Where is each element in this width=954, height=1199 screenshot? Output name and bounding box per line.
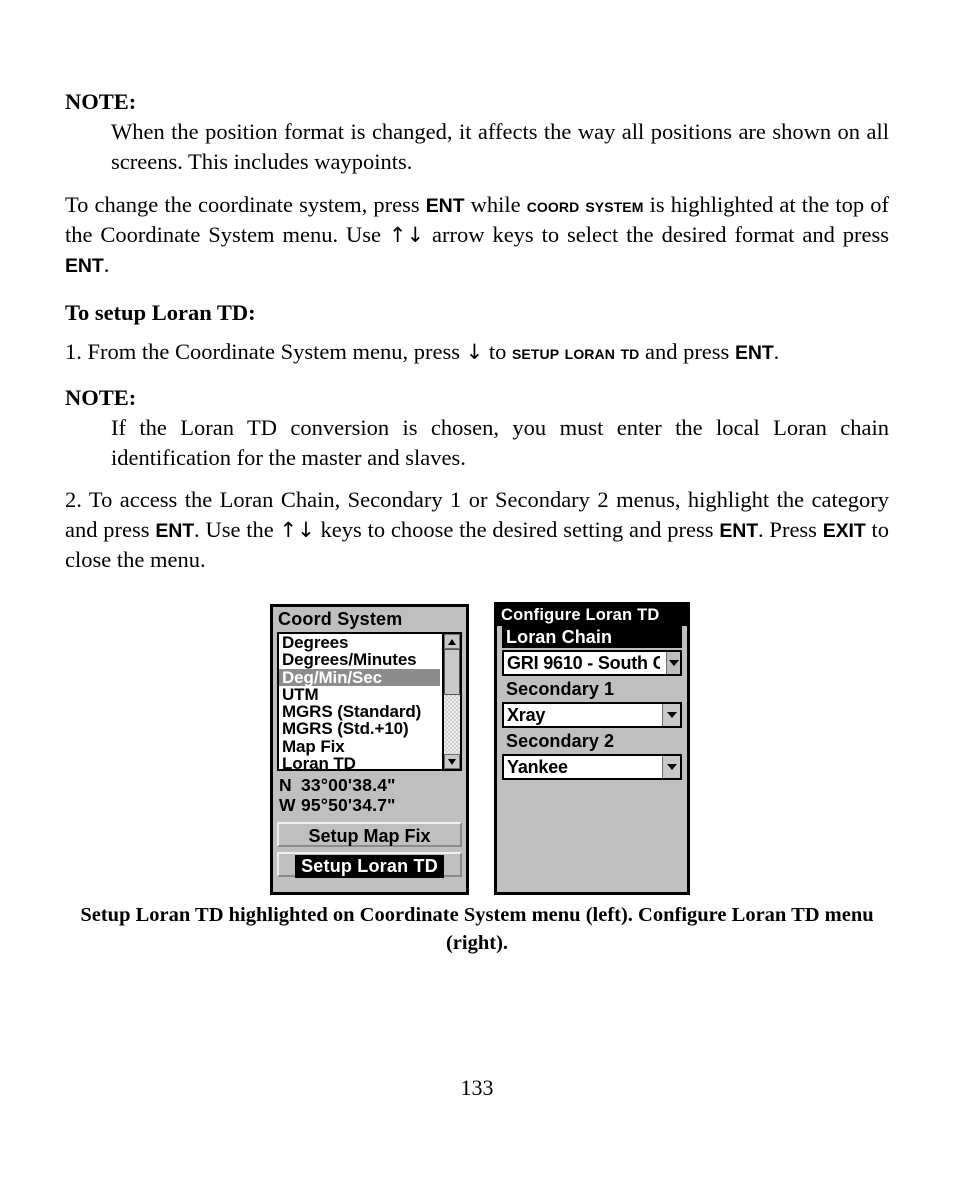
coordinate-format-listbox[interactable]: Degrees Degrees/Minutes Deg/Min/Sec UTM …: [277, 632, 462, 771]
manual-page: NOTE: When the position format is change…: [0, 0, 954, 1199]
arrow-up-icon-2: ↑: [279, 518, 298, 543]
secondary-1-dropdown-button[interactable]: [662, 704, 680, 726]
loran-chain-dropdown-button[interactable]: [666, 652, 680, 674]
key-ent-5: ENT: [719, 520, 759, 543]
step2-seg4: . Press: [758, 517, 823, 543]
para1-seg2: while: [464, 191, 527, 217]
note-2-body: If the Loran TD conversion is chosen, yo…: [111, 414, 889, 470]
list-item-deg-min-sec[interactable]: Deg/Min/Sec: [279, 668, 440, 686]
coord-system-screen: Coord System Degrees Degrees/Minutes Deg…: [270, 604, 469, 895]
setup-loran-td-button[interactable]: Setup Loran TD: [277, 852, 462, 878]
setup-map-fix-button[interactable]: Setup Map Fix: [277, 822, 462, 847]
triangle-up-icon: [448, 639, 456, 645]
scroll-down-button[interactable]: [444, 754, 460, 769]
key-exit: EXIT: [822, 520, 866, 543]
paragraph-step-2: 2. To access the Loran Chain, Secondary …: [65, 485, 889, 575]
chevron-down-icon: [669, 660, 679, 666]
figure-loran-td-screens: Coord System Degrees Degrees/Minutes Deg…: [0, 602, 954, 900]
secondary-1-value: Xray: [507, 705, 546, 725]
configure-loran-td-screen: Configure Loran TD Loran Chain GRI 9610 …: [494, 602, 690, 895]
key-ent-1: ENT: [425, 194, 465, 217]
note-2-label: NOTE:: [65, 384, 137, 410]
loran-chain-dropdown[interactable]: GRI 9610 - South Centr: [502, 650, 682, 676]
para1-seg1: To change the coordinate system, press: [65, 191, 426, 217]
list-item-loran-td[interactable]: Loran TD: [279, 755, 440, 769]
arrow-down-icon-1: ↓: [406, 222, 425, 247]
longitude-row: W 95°50'34.7": [279, 794, 466, 816]
page-content: NOTE: When the position format is change…: [65, 88, 889, 575]
longitude-hemisphere: W: [279, 794, 296, 815]
step1-seg1: 1. From the Coordinate System menu, pres…: [65, 338, 466, 364]
arrow-up-icon-1: ↑: [388, 222, 407, 247]
secondary-2-label: Secondary 2: [502, 730, 682, 752]
chevron-down-icon: [667, 764, 677, 770]
triangle-down-icon: [448, 759, 456, 765]
secondary-2-dropdown-button[interactable]: [662, 756, 680, 778]
para1-seg5: .: [103, 251, 110, 277]
list-item-mgrs-standard[interactable]: MGRS (Standard): [279, 703, 440, 721]
coord-system-title: Coord System: [273, 607, 466, 632]
chevron-down-icon: [667, 712, 677, 718]
paragraph-step-1: 1. From the Coordinate System menu, pres…: [65, 337, 889, 367]
arrow-down-icon-3: ↓: [297, 518, 315, 543]
key-ent-4: ENT: [155, 520, 195, 543]
section-subhead-setup-loran-td: To setup Loran TD:: [65, 299, 256, 325]
step2-seg3: keys to choose the desired setting and p…: [314, 517, 720, 543]
latitude-row: N 33°00'38.4": [279, 775, 466, 796]
figure-caption: Setup Loran TD highlighted on Coordinate…: [80, 904, 874, 954]
secondary-1-label: Secondary 1: [502, 678, 682, 700]
loran-chain-label: Loran Chain: [502, 626, 682, 648]
latitude-hemisphere: N: [279, 775, 292, 795]
smallcaps-setup-loran-td: Setup Loran TD: [511, 341, 640, 364]
loran-chain-value: GRI 9610 - South Centr: [507, 653, 660, 673]
secondary-2-value: Yankee: [507, 757, 568, 777]
step2-seg2: . Use the: [194, 517, 280, 543]
note-1-body: When the position format is changed, it …: [111, 119, 889, 175]
step1-seg4: .: [773, 338, 780, 364]
para1-seg4: arrow keys to select the desired format …: [424, 221, 889, 247]
secondary-1-dropdown[interactable]: Xray: [502, 702, 682, 728]
list-item-degrees-minutes[interactable]: Degrees/Minutes: [279, 651, 440, 669]
list-item-map-fix[interactable]: Map Fix: [279, 737, 440, 755]
arrow-down-icon-2: ↓: [465, 339, 484, 364]
screenshot-pair: Coord System Degrees Degrees/Minutes Deg…: [0, 602, 954, 900]
current-position-readout: N 33°00'38.4" W 95°50'34.7": [273, 774, 466, 817]
smallcaps-coord-system: Coord System: [526, 194, 644, 217]
configure-loran-td-title: Configure Loran TD: [497, 605, 687, 626]
scrollbar-track[interactable]: [444, 695, 460, 754]
scroll-up-button[interactable]: [444, 634, 460, 649]
key-ent-2: ENT: [65, 254, 104, 277]
setup-map-fix-label: Setup Map Fix: [308, 826, 431, 846]
page-number: 133: [460, 1075, 494, 1100]
scrollbar-thumb[interactable]: [444, 649, 460, 695]
latitude-value: 33°00'38.4": [301, 775, 396, 795]
note-1-label: NOTE:: [65, 89, 137, 114]
step1-seg3: and press: [639, 338, 735, 364]
secondary-2-dropdown[interactable]: Yankee: [502, 754, 682, 780]
coordinate-format-list: Degrees Degrees/Minutes Deg/Min/Sec UTM …: [279, 634, 440, 769]
setup-loran-td-label: Setup Loran TD: [295, 855, 444, 878]
longitude-value: 95°50'34.7": [301, 794, 396, 815]
list-item-degrees[interactable]: Degrees: [279, 634, 440, 651]
list-scrollbar[interactable]: [442, 634, 460, 769]
list-item-utm[interactable]: UTM: [279, 686, 440, 704]
list-item-mgrs-std-plus-10[interactable]: MGRS (Std.+10): [279, 720, 440, 738]
step1-seg2: to: [483, 338, 512, 364]
paragraph-change-coordinate-system: To change the coordinate system, press E…: [65, 190, 889, 280]
key-ent-3: ENT: [734, 341, 774, 364]
